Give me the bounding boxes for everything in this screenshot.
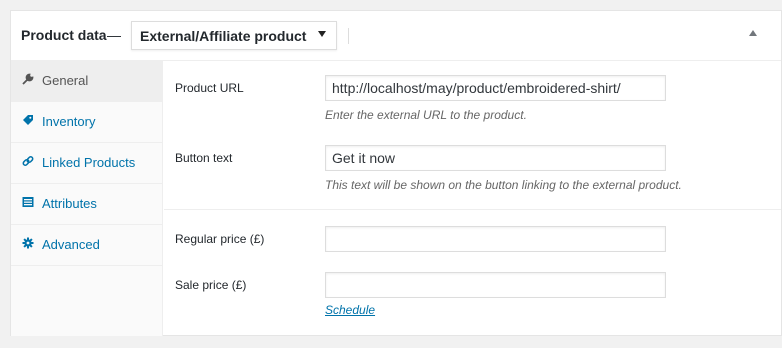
regular-price-input[interactable] [325, 226, 666, 252]
product-data-box: Product data — External/Affiliate produc… [10, 10, 782, 336]
tab-label: Attributes [42, 196, 97, 211]
sale-price-label: Sale price (£) [175, 278, 247, 292]
button-text-input[interactable]: Get it now [325, 145, 666, 171]
list-icon [22, 197, 34, 207]
product-url-description: Enter the external URL to the product. [325, 108, 527, 122]
title-dash: — [107, 27, 121, 43]
product-url-label: Product URL [175, 81, 244, 95]
general-panel: Product URL http://localhost/may/product… [164, 61, 781, 336]
product-data-tabs: General Inventory Linked Products Attrib… [11, 61, 163, 336]
button-text-description: This text will be shown on the button li… [325, 178, 682, 192]
product-url-input[interactable]: http://localhost/may/product/embroidered… [325, 75, 666, 101]
product-data-title: Product data [21, 27, 107, 43]
tab-inventory[interactable]: Inventory [11, 102, 163, 143]
schedule-link[interactable]: Schedule [325, 303, 375, 317]
chevron-down-icon [318, 31, 326, 37]
gear-icon [22, 237, 34, 249]
tab-general[interactable]: General [11, 61, 163, 102]
tab-linked-products[interactable]: Linked Products [11, 143, 163, 184]
tab-label: General [42, 73, 89, 88]
tab-advanced[interactable]: Advanced [11, 225, 163, 266]
section-divider [164, 209, 781, 210]
regular-price-label: Regular price (£) [175, 232, 265, 246]
collapse-toggle-icon[interactable] [749, 30, 757, 36]
tab-attributes[interactable]: Attributes [11, 184, 163, 225]
product-type-value: External/Affiliate product [140, 28, 307, 44]
tab-label: Advanced [42, 237, 100, 252]
tag-icon [23, 115, 33, 125]
wrench-icon [22, 73, 34, 85]
header-separator [348, 28, 349, 44]
link-icon [22, 156, 34, 166]
tab-label: Inventory [42, 114, 96, 129]
tab-label: Linked Products [42, 155, 136, 170]
product-type-select[interactable]: External/Affiliate product [131, 21, 337, 50]
sale-price-input[interactable] [325, 272, 666, 298]
button-text-label: Button text [175, 151, 233, 165]
product-data-header: Product data — External/Affiliate produc… [11, 11, 781, 61]
